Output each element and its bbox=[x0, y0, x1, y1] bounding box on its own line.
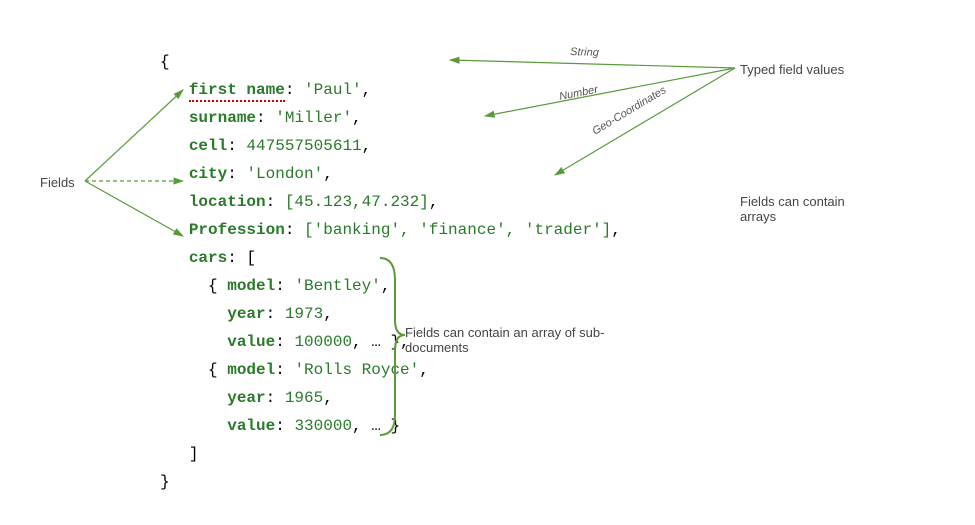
key-model: model bbox=[227, 361, 275, 379]
val-year-a: 1973 bbox=[285, 305, 323, 323]
label-fields: Fields bbox=[40, 175, 75, 190]
key-year: year bbox=[227, 389, 265, 407]
val-model-b: 'Rolls Royce' bbox=[294, 361, 419, 379]
key-year: year bbox=[227, 305, 265, 323]
val-cell: 447557505611 bbox=[246, 137, 361, 155]
key-value: value bbox=[227, 333, 275, 351]
val-year-b: 1965 bbox=[285, 389, 323, 407]
key-surname: surname bbox=[189, 109, 256, 127]
key-cell: cell bbox=[189, 137, 227, 155]
key-city: city bbox=[189, 165, 227, 183]
key-cars: cars bbox=[189, 249, 227, 267]
key-profession: Profession bbox=[189, 221, 285, 239]
key-first-name: first name bbox=[189, 81, 285, 102]
brace-close: } bbox=[160, 473, 170, 491]
label-arrays: Fields can contain arrays bbox=[740, 194, 880, 224]
key-location: location bbox=[189, 193, 266, 211]
val-value-a: 100000 bbox=[294, 333, 352, 351]
val-profession: ['banking', 'finance', 'trader'] bbox=[304, 221, 611, 239]
val-value-b: 330000 bbox=[294, 417, 352, 435]
val-surname: 'Miller' bbox=[275, 109, 352, 127]
label-subdocs: Fields can contain an array of sub-docum… bbox=[405, 325, 625, 355]
code-block: { first name: 'Paul', surname: 'Miller',… bbox=[160, 20, 621, 496]
val-city: 'London' bbox=[246, 165, 323, 183]
val-location: [45.123,47.232] bbox=[285, 193, 429, 211]
key-value: value bbox=[227, 417, 275, 435]
key-model: model bbox=[227, 277, 275, 295]
val-model-a: 'Bentley' bbox=[294, 277, 380, 295]
label-typed: Typed field values bbox=[740, 62, 844, 77]
brace-open: { bbox=[160, 53, 170, 71]
val-first-name: 'Paul' bbox=[304, 81, 362, 99]
bracket-close: ] bbox=[189, 445, 199, 463]
